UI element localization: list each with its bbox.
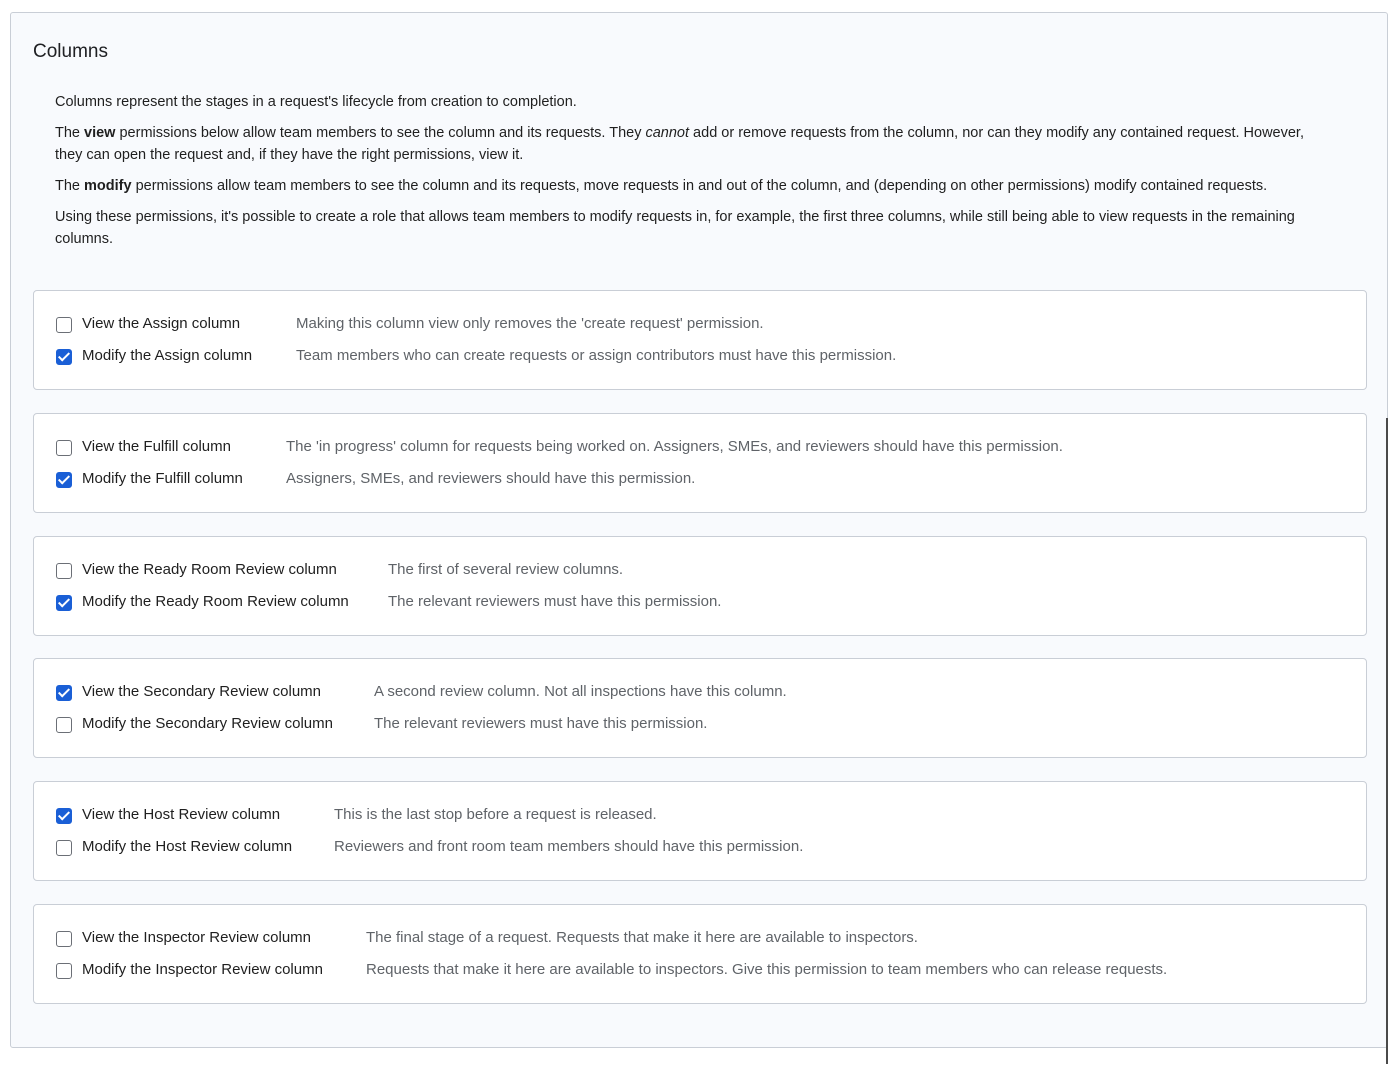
checkbox-view-ready-room-review[interactable] (56, 563, 72, 579)
checkbox-modify-fulfill[interactable] (56, 472, 72, 488)
emphasis-cannot: cannot (645, 125, 690, 141)
checkbox-view-secondary-review[interactable] (56, 685, 72, 701)
checkbox-label[interactable]: View the Fulfill column (82, 438, 231, 455)
checkbox-label[interactable]: View the Assign column (82, 315, 240, 332)
text: The (55, 125, 85, 141)
section-title: Columns (33, 41, 108, 62)
checkbox-label[interactable]: View the Secondary Review column (82, 683, 321, 700)
checkbox-view-inspector-review[interactable] (56, 931, 72, 947)
columns-panel: Columns Columns represent the stages in … (10, 12, 1388, 1048)
checkbox-view-assign[interactable] (56, 317, 72, 333)
permission-help-text: The relevant reviewers must have this pe… (374, 715, 708, 732)
vertical-scrollbar[interactable] (1386, 418, 1388, 1064)
emphasis-view: view (84, 125, 116, 141)
permission-help-text: Requests that make it here are available… (366, 961, 1168, 978)
permission-help-text: The first of several review columns. (388, 561, 624, 578)
text: permissions below allow team members to … (115, 125, 646, 141)
permission-group-host-review: View the Host Review column This is the … (33, 781, 1367, 881)
checkbox-modify-ready-room-review[interactable] (56, 595, 72, 611)
checkbox-label[interactable]: View the Ready Room Review column (82, 561, 337, 578)
checkbox-label[interactable]: View the Inspector Review column (82, 929, 311, 946)
checkbox-label[interactable]: Modify the Secondary Review column (82, 715, 333, 732)
checkbox-label[interactable]: Modify the Inspector Review column (82, 961, 323, 978)
permission-help-text: The final stage of a request. Requests t… (366, 929, 918, 946)
permission-help-text: Reviewers and front room team members sh… (334, 838, 804, 855)
checkbox-modify-assign[interactable] (56, 349, 72, 365)
permission-group-fulfill: View the Fulfill column The 'in progress… (33, 413, 1367, 513)
permission-help-text: Making this column view only removes the… (296, 315, 764, 332)
section-description: Columns represent the stages in a reques… (55, 91, 1335, 259)
description-paragraph-2: The view permissions below allow team me… (55, 122, 1335, 166)
checkbox-label[interactable]: Modify the Host Review column (82, 838, 292, 855)
checkbox-modify-secondary-review[interactable] (56, 717, 72, 733)
permission-help-text: The 'in progress' column for requests be… (286, 438, 1063, 455)
checkbox-view-fulfill[interactable] (56, 440, 72, 456)
permission-help-text: The relevant reviewers must have this pe… (388, 593, 722, 610)
checkbox-view-host-review[interactable] (56, 808, 72, 824)
permission-group-assign: View the Assign column Making this colum… (33, 290, 1367, 390)
checkbox-label[interactable]: Modify the Assign column (82, 347, 252, 364)
description-paragraph-1: Columns represent the stages in a reques… (55, 94, 577, 110)
permission-group-secondary-review: View the Secondary Review column A secon… (33, 658, 1367, 758)
emphasis-modify: modify (84, 178, 132, 194)
text: permissions allow team members to see th… (131, 178, 1268, 194)
permission-help-text: A second review column. Not all inspecti… (374, 683, 787, 700)
permission-group-inspector-review: View the Inspector Review column The fin… (33, 904, 1367, 1004)
checkbox-modify-inspector-review[interactable] (56, 963, 72, 979)
description-paragraph-3: The modify permissions allow team member… (55, 175, 1335, 197)
checkbox-label[interactable]: Modify the Fulfill column (82, 470, 243, 487)
permission-help-text: Assigners, SMEs, and reviewers should ha… (286, 470, 696, 487)
checkbox-label[interactable]: View the Host Review column (82, 806, 280, 823)
permission-help-text: Team members who can create requests or … (296, 347, 897, 364)
description-paragraph-4: Using these permissions, it's possible t… (55, 209, 1295, 247)
checkbox-modify-host-review[interactable] (56, 840, 72, 856)
permission-group-ready-room-review: View the Ready Room Review column The fi… (33, 536, 1367, 636)
checkbox-label[interactable]: Modify the Ready Room Review column (82, 593, 349, 610)
permission-help-text: This is the last stop before a request i… (334, 806, 657, 823)
text: The (55, 178, 85, 194)
